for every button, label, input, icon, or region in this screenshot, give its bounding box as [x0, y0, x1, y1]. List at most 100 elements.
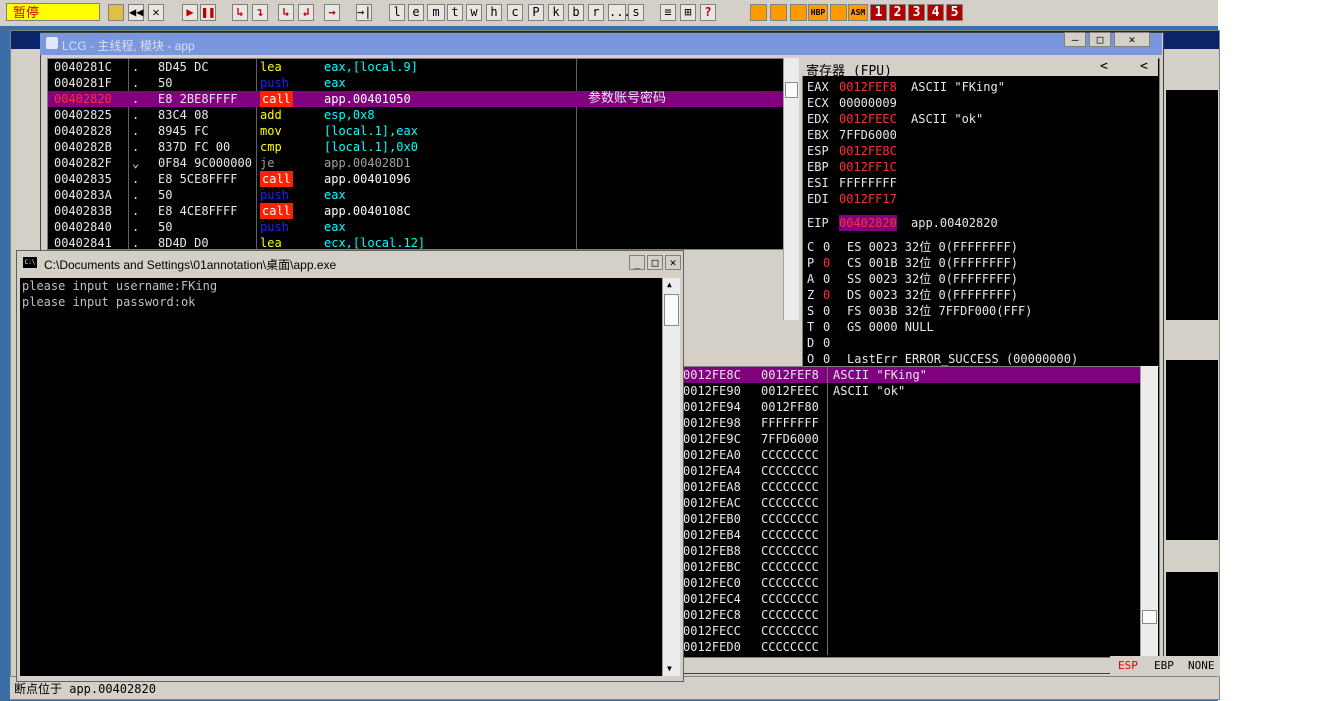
layout-button-3[interactable]: 3	[908, 4, 925, 21]
stack-row[interactable]: 0012FE9C 7FFD6000	[681, 431, 1141, 447]
stack-footer: ESP EBP NONE	[1110, 656, 1220, 676]
none-label[interactable]: NONE	[1188, 656, 1215, 676]
cpu-window-titlebar[interactable]	[40, 33, 1162, 55]
stack-row[interactable]: 0012FEBC CCCCCCCC	[681, 559, 1141, 575]
stack-row[interactable]: 0012FEC4 CCCCCCCC	[681, 591, 1141, 607]
scroll-thumb[interactable]	[664, 294, 679, 326]
toolbar-button[interactable]: ...	[608, 4, 631, 21]
esp-label[interactable]: ESP	[1118, 656, 1138, 676]
disasm-mnemonic: call	[260, 203, 293, 219]
toolbar-button[interactable]: c	[507, 4, 523, 21]
disasm-marker: .	[132, 220, 140, 234]
plugin-icon[interactable]	[770, 4, 787, 21]
disasm-row[interactable]: 00402828. 8945 FC mov [local.1],eax	[48, 123, 784, 139]
disassembly-pane[interactable]: 0040281C. 8D45 DC lea eax,[local.9] 0040281F…	[47, 58, 785, 250]
main-toolbar: 暂停 ◀◀ ✕ ▶ ❚❚ ↳ ↴ ↳ ↲ → →| l e m t w h c Pk b r... s ≡ ⊞? HBP ASM…	[0, 0, 1218, 27]
stack-row[interactable]: 0012FE90 0012FEEC ASCII "ok"	[681, 383, 1141, 399]
toolbar-button[interactable]: P	[528, 4, 544, 21]
close-button[interactable]: ✕	[1114, 32, 1150, 47]
console-output[interactable]: please input username:FKing please input…	[20, 278, 662, 676]
disasm-row[interactable]: 0040283A. 50 push eax	[48, 187, 784, 203]
toolbar-button[interactable]: e	[408, 4, 424, 21]
scroll-thumb[interactable]	[1142, 610, 1157, 624]
stack-row[interactable]: 0012FEC0 CCCCCCCC	[681, 575, 1141, 591]
toolbar-button[interactable]: ?	[700, 4, 716, 21]
console-scrollbar[interactable]: ▲ ▼	[662, 278, 680, 676]
disasm-marker: .	[132, 188, 140, 202]
toolbar-button[interactable]: ❚❚	[200, 4, 216, 21]
layout-button-2[interactable]: 2	[889, 4, 906, 21]
layout-button-4[interactable]: 4	[927, 4, 944, 21]
toolbar-button[interactable]: h	[486, 4, 502, 21]
toolbar-button[interactable]: k	[548, 4, 564, 21]
layout-button-5[interactable]: 5	[946, 4, 963, 21]
toolbar-button[interactable]: ↴	[252, 4, 268, 21]
toolbar-button[interactable]: m	[427, 4, 445, 21]
disasm-row[interactable]: 0040281C. 8D45 DC lea eax,[local.9]	[48, 59, 784, 75]
disasm-row[interactable]: 00402825. 83C4 08 add esp,0x8	[48, 107, 784, 123]
plugin-icon[interactable]	[790, 4, 807, 21]
stack-row[interactable]: 0012FE94 0012FF80	[681, 399, 1141, 415]
toolbar-button[interactable]: r	[588, 4, 604, 21]
layout-button-1[interactable]: 1	[870, 4, 887, 21]
stack-pane[interactable]: 0012FE8C 0012FEF8 ASCII "FKing" 0012FE90 001…	[680, 366, 1160, 658]
disasm-row[interactable]: 0040282F ⌄ 0F84 9C000000 je app.004028D1	[48, 155, 784, 171]
prev-view-button[interactable]: <	[1140, 59, 1148, 74]
stack-row[interactable]: 0012FEB4 CCCCCCCC	[681, 527, 1141, 543]
disasm-row[interactable]: 00402820. E8 2BE8FFFF call app.00401050 参数账号…	[48, 91, 784, 107]
disasm-row[interactable]: 0040282B. 837D FC 00 cmp [local.1],0x0	[48, 139, 784, 155]
console-titlebar[interactable]: C:\ C:\Documents and Settings\01annotati…	[17, 251, 683, 275]
registers-pane[interactable]: EAX 0012FEF8 ASCII "FKing" ECX 00000009 EDX 00…	[802, 58, 1160, 368]
disasm-hex: 837D FC 00	[158, 140, 231, 154]
stack-row[interactable]: 0012FEB0 CCCCCCCC	[681, 511, 1141, 527]
maximize-button[interactable]: □	[647, 255, 663, 270]
toolbar-button[interactable]: t	[447, 4, 463, 21]
disasm-row[interactable]: 0040281F. 50 push eax	[48, 75, 784, 91]
disasm-row[interactable]: 0040283B. E8 4CE8FFFF call app.0040108C	[48, 203, 784, 219]
toolbar-button[interactable]: b	[568, 4, 584, 21]
toolbar-button[interactable]: ▶	[182, 4, 198, 21]
stack-row[interactable]: 0012FE98 FFFFFFFF	[681, 415, 1141, 431]
plugin-icon[interactable]	[750, 4, 767, 21]
disasm-row[interactable]: 00402841. 8D4D D0 lea ecx,[local.12]	[48, 235, 784, 251]
stack-row[interactable]: 0012FEA8 CCCCCCCC	[681, 479, 1141, 495]
stack-row[interactable]: 0012FEA0 CCCCCCCC	[681, 447, 1141, 463]
toolbar-button[interactable]: ↲	[298, 4, 314, 21]
close-button[interactable]: ✕	[665, 255, 681, 270]
toolbar-button[interactable]: →	[324, 4, 340, 21]
toolbar-button[interactable]: →|	[356, 4, 372, 21]
stack-row[interactable]: 0012FECC CCCCCCCC	[681, 623, 1141, 639]
stack-row[interactable]: 0012FEC8 CCCCCCCC	[681, 607, 1141, 623]
toolbar-button[interactable]: ↳	[232, 4, 248, 21]
stack-row[interactable]: 0012FEA4 CCCCCCCC	[681, 463, 1141, 479]
open-file-icon[interactable]	[108, 4, 124, 21]
scroll-down-icon[interactable]: ▼	[667, 664, 672, 673]
scroll-up-icon[interactable]: ▲	[667, 280, 672, 289]
toolbar-button[interactable]: ≡	[660, 4, 676, 21]
minimize-button[interactable]: —	[1064, 32, 1086, 47]
maximize-button[interactable]: □	[1089, 32, 1111, 47]
prev-view-button[interactable]: <	[1100, 59, 1108, 74]
disasm-row[interactable]: 00402840. 50 push eax	[48, 219, 784, 235]
toolbar-button[interactable]: ◀◀	[128, 4, 144, 21]
toolbar-button[interactable]: s	[628, 4, 644, 21]
disasm-mnemonic: add	[260, 108, 282, 122]
plugin-icon[interactable]	[830, 4, 847, 21]
ebp-label[interactable]: EBP	[1154, 656, 1174, 676]
scroll-thumb[interactable]	[785, 82, 798, 98]
disassembly-scrollbar[interactable]	[783, 58, 799, 320]
stack-row[interactable]: 0012FED0 CCCCCCCC	[681, 639, 1141, 655]
disasm-row[interactable]: 00402835. E8 5CE8FFFF call app.00401096	[48, 171, 784, 187]
toolbar-button[interactable]: w	[466, 4, 482, 21]
toolbar-button[interactable]: ⊞	[680, 4, 696, 21]
toolbar-button[interactable]: ↳	[278, 4, 294, 21]
stack-row[interactable]: 0012FEB8 CCCCCCCC	[681, 543, 1141, 559]
stack-row[interactable]: 0012FE8C 0012FEF8 ASCII "FKing"	[681, 367, 1141, 383]
toolbar-button[interactable]: ✕	[148, 4, 164, 21]
stack-scrollbar[interactable]	[1140, 366, 1158, 656]
minimize-button[interactable]: _	[629, 255, 645, 270]
plugin-icon[interactable]: HBP	[808, 4, 828, 21]
toolbar-button[interactable]: l	[389, 4, 405, 21]
stack-row[interactable]: 0012FEAC CCCCCCCC	[681, 495, 1141, 511]
plugin-icon[interactable]: ASM	[848, 4, 868, 21]
